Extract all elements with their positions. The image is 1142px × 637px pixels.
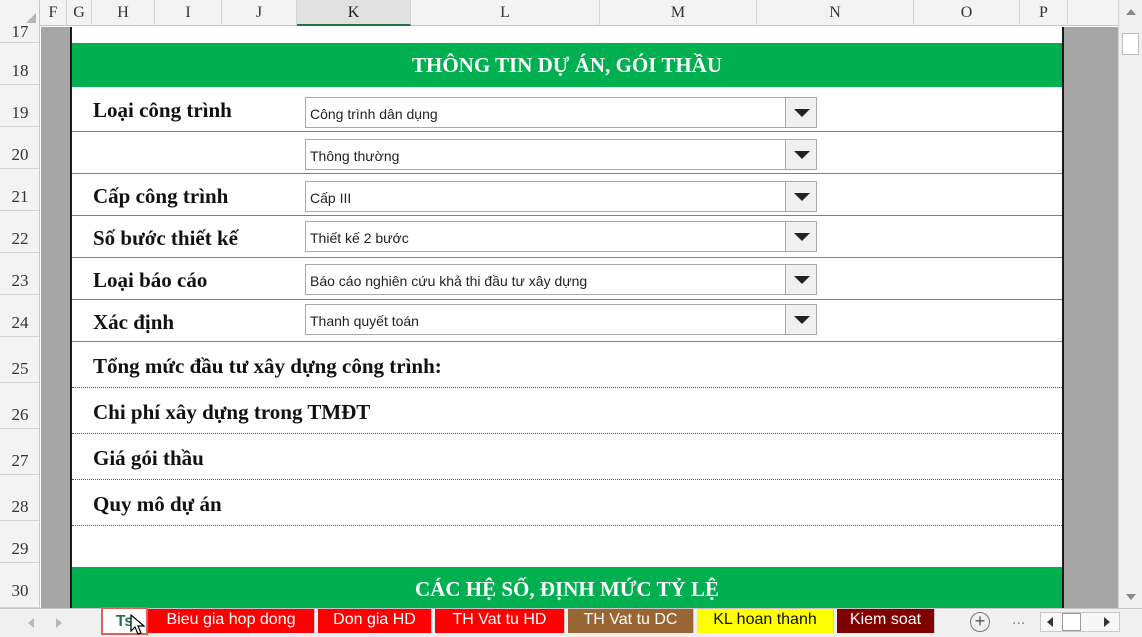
dropdown-button[interactable] <box>785 305 816 334</box>
sheet-tab-kiem-soat[interactable]: Kiem soat <box>837 609 935 633</box>
column-header-m[interactable]: M <box>600 0 757 26</box>
column-header-bar: F G H I J K L M N O P <box>0 0 1118 26</box>
column-header-h[interactable]: H <box>92 0 155 26</box>
column-header-l[interactable]: L <box>411 0 600 26</box>
row-header-20[interactable]: 20 <box>0 127 39 169</box>
dropdown-button[interactable] <box>785 182 816 211</box>
chevron-down-icon <box>794 276 810 284</box>
dropdown-value: Báo cáo nghiên cứu khả thi đầu tư xây dự… <box>310 273 588 289</box>
row-header-18[interactable]: 18 <box>0 43 39 85</box>
dropdown-button[interactable] <box>785 222 816 251</box>
scroll-right-icon[interactable] <box>1104 617 1110 627</box>
column-header-g[interactable]: G <box>67 0 92 26</box>
plus-circle-icon[interactable]: + <box>970 612 990 632</box>
dropdown-value: Thiết kế 2 bước <box>310 230 409 246</box>
row-divider <box>72 257 1062 258</box>
dropdown-value: Thanh quyết toán <box>310 313 419 329</box>
vertical-scroll-thumb[interactable] <box>1122 33 1139 55</box>
scroll-left-icon[interactable] <box>1047 617 1053 627</box>
scroll-up-icon[interactable] <box>1126 9 1136 15</box>
sheet-tab-th-vat-tu-hd[interactable]: TH Vat tu HD <box>435 609 565 633</box>
select-all-corner[interactable] <box>0 0 40 26</box>
chevron-down-icon <box>794 151 810 159</box>
label-quy-mo-du-an: Quy mô dự án <box>93 492 222 516</box>
sheet-tab-th-vat-tu-dc[interactable]: TH Vat tu DC <box>568 609 694 633</box>
mouse-pointer-icon <box>130 614 146 635</box>
tab-scroll-left-icon[interactable] <box>28 618 34 628</box>
dropdown-value: Cấp III <box>310 190 352 206</box>
row-divider <box>72 387 1062 388</box>
dropdown-button[interactable] <box>785 265 816 294</box>
scroll-down-icon[interactable] <box>1126 594 1136 600</box>
row-header-23[interactable]: 23 <box>0 253 39 295</box>
dropdown-loai-bao-cao[interactable]: Báo cáo nghiên cứu khả thi đầu tư xây dự… <box>305 264 817 295</box>
label-xac-dinh: Xác định <box>93 310 175 334</box>
dropdown-loai-phu[interactable]: Thông thường <box>305 139 817 170</box>
form-border-right <box>1062 27 1064 608</box>
worksheet-grid[interactable]: THÔNG TIN DỰ ÁN, GÓI THẦU Loại công trìn… <box>41 27 1118 608</box>
row-header-17[interactable]: 17 <box>0 26 39 43</box>
row-divider <box>72 525 1062 526</box>
vertical-scrollbar[interactable] <box>1118 0 1142 608</box>
chevron-down-icon <box>794 233 810 241</box>
row-header-19[interactable]: 19 <box>0 85 39 127</box>
label-gia-goi-thau: Giá gói thầu <box>93 446 204 470</box>
row-divider <box>72 433 1062 434</box>
select-all-icon <box>26 13 36 23</box>
sheet-tab-bar: Ts Bieu gia hop dong Don gia HD TH Vat t… <box>0 607 1142 637</box>
row-header-25[interactable]: 25 <box>0 337 39 383</box>
section-title-coefficients: CÁC HỆ SỐ, ĐỊNH MỨC TỶ LỆ <box>72 567 1062 608</box>
dropdown-loai-cong-trinh[interactable]: Công trình dân dụng <box>305 97 817 128</box>
row-header-bar: 17 18 19 20 21 22 23 24 25 26 27 28 29 3… <box>0 26 40 608</box>
row-divider <box>72 131 1062 132</box>
chevron-down-icon <box>794 193 810 201</box>
tab-more-icon[interactable]: ... <box>1012 611 1025 629</box>
sheet-tab-kl-hoan-thanh[interactable]: KL hoan thanh <box>697 609 834 633</box>
row-header-24[interactable]: 24 <box>0 295 39 337</box>
dropdown-cap-cong-trinh[interactable]: Cấp III <box>305 181 817 212</box>
label-cap-cong-trinh: Cấp công trình <box>93 184 229 208</box>
column-header-i[interactable]: I <box>155 0 222 26</box>
chevron-down-icon <box>794 316 810 324</box>
dropdown-value: Công trình dân dụng <box>310 106 438 122</box>
column-header-j[interactable]: J <box>222 0 297 26</box>
left-margin-area <box>41 27 70 608</box>
row-divider <box>72 341 1062 342</box>
column-header-o[interactable]: O <box>914 0 1020 26</box>
row-header-30[interactable]: 30 <box>0 563 39 608</box>
row-header-26[interactable]: 26 <box>0 383 39 429</box>
right-margin-area <box>1064 27 1118 608</box>
row-divider <box>72 479 1062 480</box>
column-header-k[interactable]: K <box>297 0 411 26</box>
sheet-tab-bieu-gia-hop-dong[interactable]: Bieu gia hop dong <box>148 609 315 633</box>
column-header-n[interactable]: N <box>757 0 914 26</box>
tab-scroll-right-icon[interactable] <box>56 618 62 628</box>
label-loai-bao-cao: Loại báo cáo <box>93 268 208 292</box>
row-header-27[interactable]: 27 <box>0 429 39 475</box>
sheet-tab-don-gia-hd[interactable]: Don gia HD <box>318 609 432 633</box>
column-header-p[interactable]: P <box>1020 0 1068 26</box>
label-tong-muc-dau-tu: Tổng mức đầu tư xây dựng công trình: <box>93 354 442 378</box>
label-so-buoc-thiet-ke: Số bước thiết kế <box>93 226 238 250</box>
form-border-left <box>70 27 72 608</box>
column-header-f[interactable]: F <box>40 0 67 26</box>
dropdown-xac-dinh[interactable]: Thanh quyết toán <box>305 304 817 335</box>
dropdown-so-buoc-thiet-ke[interactable]: Thiết kế 2 bước <box>305 221 817 252</box>
row-divider <box>72 173 1062 174</box>
row-divider <box>72 299 1062 300</box>
chevron-down-icon <box>794 109 810 117</box>
row-header-21[interactable]: 21 <box>0 169 39 211</box>
row-header-22[interactable]: 22 <box>0 211 39 253</box>
dropdown-button[interactable] <box>785 98 816 127</box>
row-header-29[interactable]: 29 <box>0 521 39 563</box>
row-header-28[interactable]: 28 <box>0 475 39 521</box>
dropdown-value: Thông thường <box>310 148 400 164</box>
label-loai-cong-trinh: Loại công trình <box>93 98 232 122</box>
label-chi-phi-xay-dung: Chi phí xây dựng trong TMĐT <box>93 400 371 424</box>
row-divider <box>72 215 1062 216</box>
dropdown-button[interactable] <box>785 140 816 169</box>
section-title-project-info: THÔNG TIN DỰ ÁN, GÓI THẦU <box>72 43 1062 87</box>
horizontal-scroll-thumb[interactable] <box>1062 613 1081 631</box>
